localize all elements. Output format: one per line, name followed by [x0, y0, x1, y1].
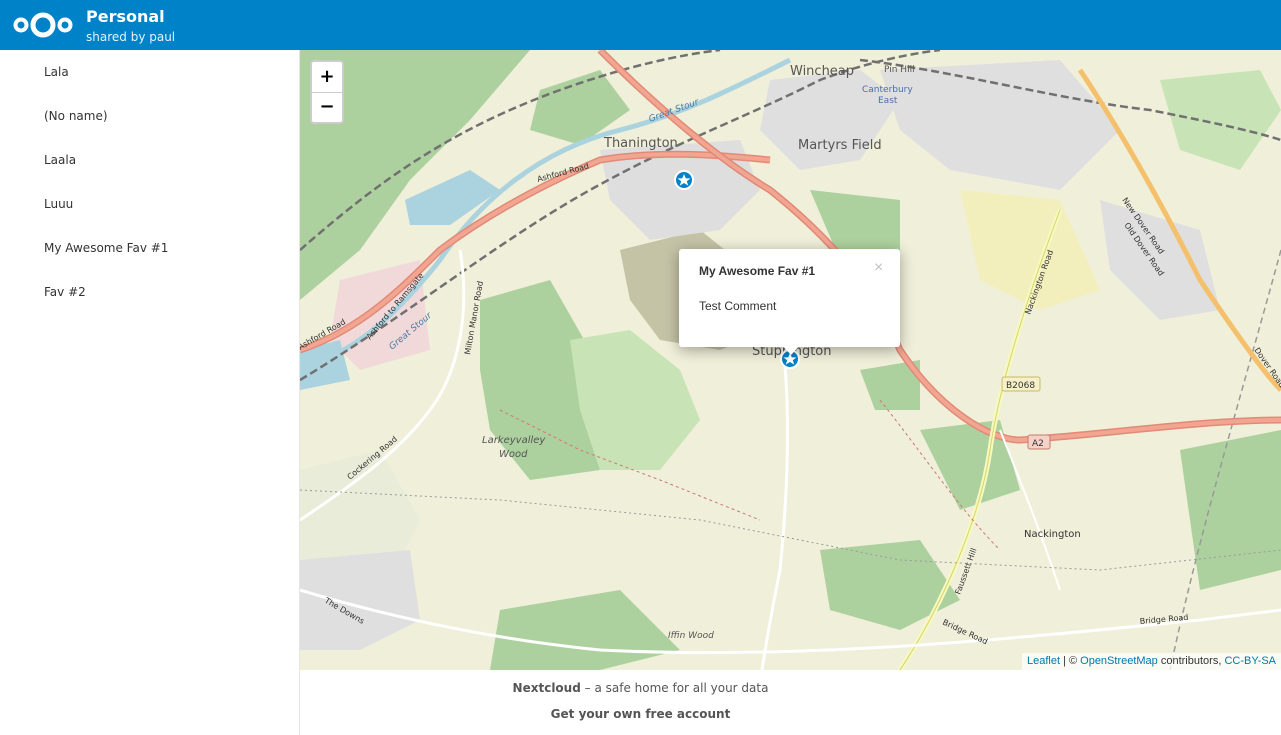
star-marker-icon[interactable] — [674, 170, 694, 190]
footer-tagline-text: – a safe home for all your data — [580, 681, 769, 695]
favorite-item-label: Laala — [44, 153, 77, 167]
map-label-canterbury: Canterbury — [862, 85, 913, 95]
leaflet-link[interactable]: Leaflet — [1027, 655, 1060, 667]
nextcloud-logo-icon[interactable] — [13, 11, 73, 39]
footer-tagline: Nextcloud – a safe home for all your dat… — [300, 681, 981, 695]
map-label-wincheap: Wincheap — [790, 64, 854, 79]
attribution-contributors: contributors, — [1157, 655, 1225, 667]
license-link[interactable]: CC-BY-SA — [1224, 655, 1276, 667]
get-account-link[interactable]: Get your own free account — [300, 707, 981, 721]
page-footer: Nextcloud – a safe home for all your dat… — [300, 670, 981, 735]
map-label-thanington: Thanington — [603, 136, 678, 151]
map-label-larkeyvalley-wood: Wood — [499, 449, 528, 460]
favorite-item[interactable]: My Awesome Fav #1 — [0, 226, 299, 270]
map-label-b2068: B2068 — [1006, 381, 1035, 391]
favorite-item[interactable]: (No name) — [0, 94, 299, 138]
map-label-canterbury-east: East — [878, 96, 898, 106]
favorite-item-label: Lala — [44, 65, 69, 79]
popup-title: My Awesome Fav #1 — [699, 264, 816, 278]
favorite-item[interactable]: Laala — [0, 138, 299, 182]
attribution-separator: | © — [1060, 655, 1081, 667]
map-label-nackington: Nackington — [1024, 529, 1081, 540]
map-attribution: Leaflet | © OpenStreetMap contributors, … — [1021, 653, 1281, 670]
favorites-sidebar: Lala (No name) Laala Luuu My Awesome Fav… — [0, 50, 300, 735]
favorite-item[interactable]: Lala — [0, 50, 299, 94]
favorite-popup: My Awesome Fav #1 Test Comment × — [679, 249, 900, 355]
map-label-pin-hill: Pin Hill — [884, 65, 915, 75]
map-tiles[interactable]: Wincheap Pin Hill Canterbury East Thanin… — [300, 50, 1281, 670]
map-label-iffin-wood: Iffin Wood — [668, 631, 714, 641]
favorite-item[interactable]: Luuu — [0, 182, 299, 226]
popup-close-button[interactable]: × — [874, 260, 883, 276]
favorite-item-label: Luuu — [44, 197, 74, 211]
openstreetmap-link[interactable]: OpenStreetMap — [1080, 655, 1158, 667]
map-label-martyrs-field: Martyrs Field — [798, 138, 882, 153]
popup-comment: Test Comment — [699, 299, 777, 313]
popup-tip — [782, 345, 800, 355]
share-owner-subtitle: shared by paul — [86, 30, 176, 44]
favorite-item[interactable]: Fav #2 — [0, 270, 299, 314]
zoom-control: + − — [310, 60, 344, 124]
favorite-item-label: My Awesome Fav #1 — [44, 241, 169, 255]
favorite-item-label: (No name) — [44, 109, 108, 123]
map-label-a2: A2 — [1032, 439, 1044, 449]
map-label-larkeyvalley: Larkeyvalley — [482, 435, 546, 446]
footer-brand-link[interactable]: Nextcloud — [513, 681, 581, 695]
app-header: Personal shared by paul — [0, 0, 1281, 50]
favorite-item-label: Fav #2 — [44, 285, 86, 299]
page-title: Personal — [86, 7, 165, 26]
zoom-in-button[interactable]: + — [312, 62, 342, 93]
map-view[interactable]: Wincheap Pin Hill Canterbury East Thanin… — [300, 50, 1281, 670]
zoom-out-button[interactable]: − — [312, 92, 342, 122]
